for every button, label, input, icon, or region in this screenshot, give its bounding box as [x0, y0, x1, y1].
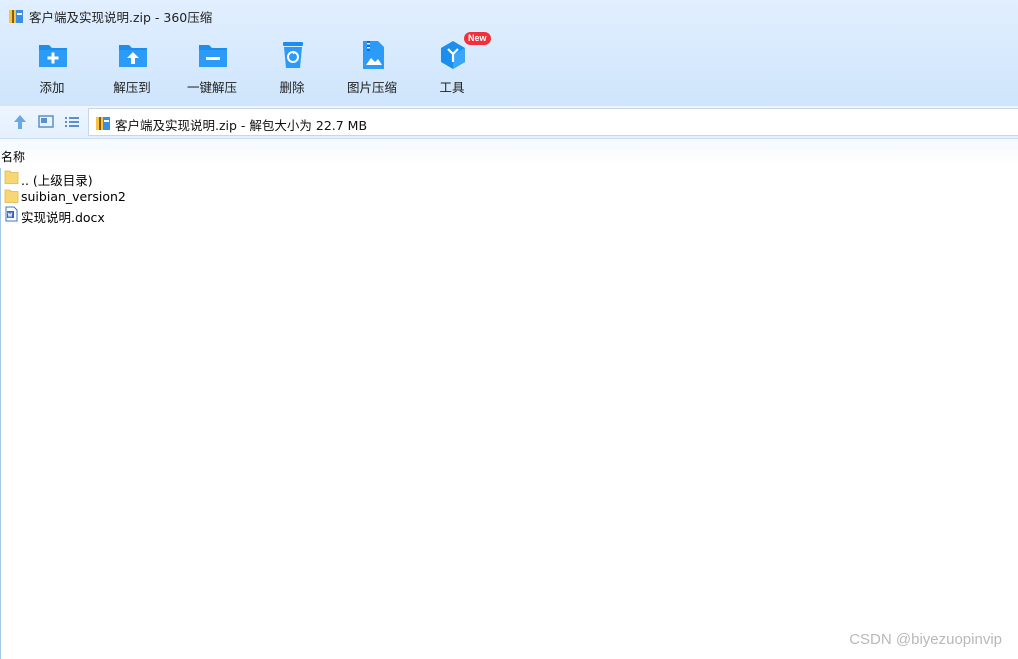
column-header: 名称 [0, 139, 1018, 167]
list-view-icon[interactable] [63, 113, 81, 131]
folder-icon [4, 189, 19, 203]
list-border [0, 168, 1, 659]
folder-icon [4, 170, 19, 184]
thumbnail-view-icon[interactable] [37, 113, 55, 131]
one-click-extract-button[interactable]: 一键解压 [168, 36, 256, 98]
column-header-name[interactable]: 名称 [1, 148, 25, 165]
word-document-icon [5, 206, 18, 222]
one-click-extract-label: 一键解压 [186, 80, 237, 95]
list-item-parent-folder[interactable]: .. (上级目录) [0, 168, 300, 188]
extract-to-label: 解压到 [113, 80, 151, 95]
archive-path-text: 客户端及实现说明.zip - 解包大小为 22.7 MB [115, 118, 368, 133]
title-bar: 客户端及实现说明.zip - 360压缩 添加 解压到 一键解压 删除 图片压缩… [0, 0, 1018, 106]
delete-button[interactable]: 删除 [248, 36, 336, 98]
address-bar[interactable]: 客户端及实现说明.zip - 解包大小为 22.7 MB [88, 108, 1018, 136]
window-title: 客户端及实现说明.zip - 360压缩 [29, 10, 213, 25]
zip-archive-icon [96, 117, 110, 130]
up-arrow-icon[interactable] [11, 113, 29, 131]
tools-cube-icon [441, 41, 465, 69]
list-item-document[interactable]: 实现说明.docx [0, 205, 300, 225]
navigation-bar: 客户端及实现说明.zip - 解包大小为 22.7 MB [0, 106, 1018, 139]
image-compress-button[interactable]: 图片压缩 [328, 36, 416, 98]
image-compress-icon [363, 41, 384, 69]
one-click-extract-icon [199, 45, 227, 67]
add-label: 添加 [39, 80, 65, 95]
extract-to-folder-icon [119, 45, 147, 67]
main-toolbar: 添加 解压到 一键解压 删除 图片压缩 New 工具 [0, 32, 1018, 100]
zip-archive-icon [9, 10, 23, 23]
file-name: 实现说明.docx [21, 210, 105, 225]
list-item-folder[interactable]: suibian_version2 [0, 187, 300, 205]
recycle-bin-icon [283, 42, 303, 68]
delete-label: 删除 [279, 80, 305, 95]
image-compress-label: 图片压缩 [346, 80, 397, 95]
new-badge: New [464, 32, 491, 45]
tools-button[interactable]: New 工具 [408, 32, 496, 98]
add-button[interactable]: 添加 [8, 36, 96, 98]
extract-to-button[interactable]: 解压到 [88, 36, 176, 98]
tools-label: 工具 [439, 80, 465, 95]
file-name: suibian_version2 [21, 189, 126, 204]
add-folder-icon [39, 45, 67, 67]
watermark-text: CSDN @biyezuopinvip [849, 631, 1002, 648]
